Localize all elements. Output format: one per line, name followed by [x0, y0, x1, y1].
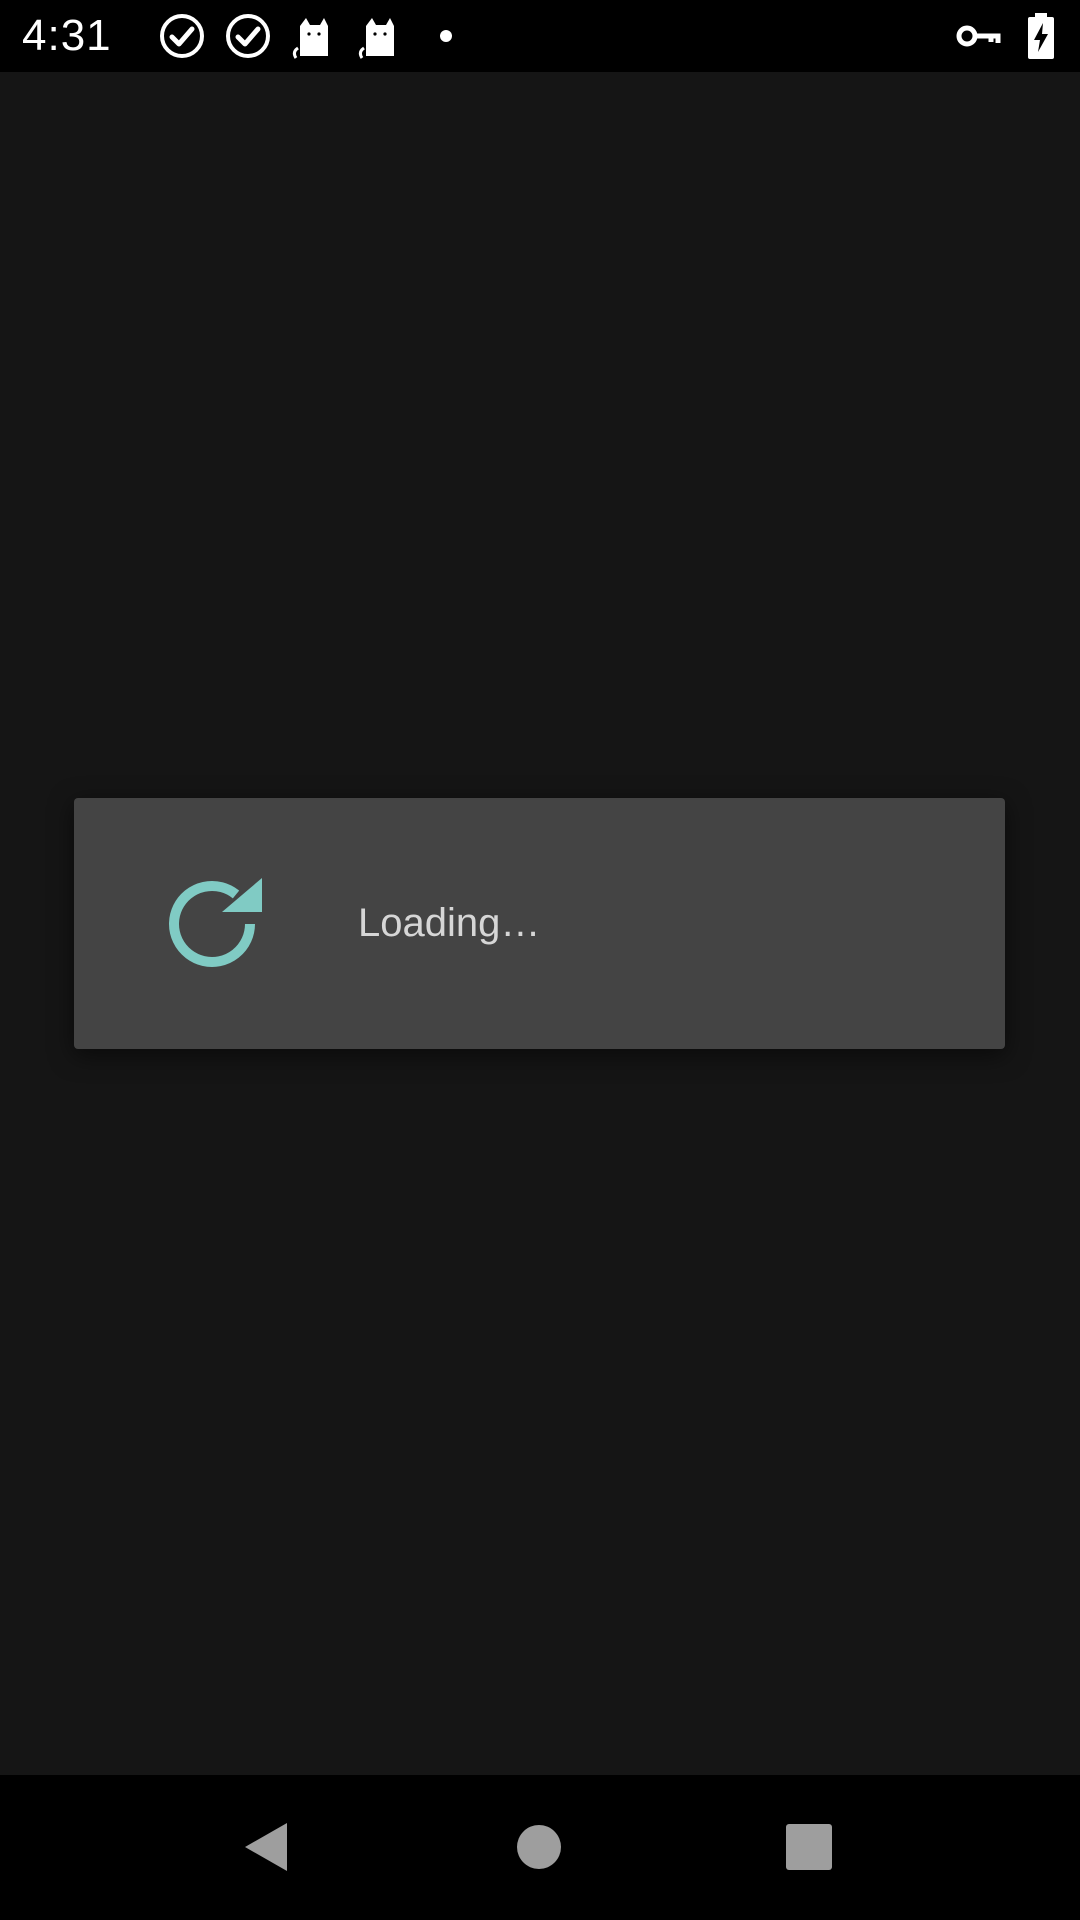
- status-bar-left: 4:31: [22, 11, 456, 61]
- home-icon: [517, 1825, 561, 1869]
- cat-icon: [290, 12, 338, 60]
- home-button[interactable]: [503, 1805, 575, 1889]
- recents-icon: [786, 1824, 832, 1870]
- status-bar-right: [954, 12, 1058, 60]
- check-circle-icon: [224, 12, 272, 60]
- check-circle-icon: [158, 12, 206, 60]
- refresh-icon: [166, 872, 270, 976]
- cat-icon: [356, 12, 404, 60]
- back-button[interactable]: [230, 1805, 302, 1889]
- dot-icon: [436, 26, 456, 46]
- loading-dialog: Loading…: [74, 798, 1005, 1049]
- recents-button[interactable]: [770, 1805, 848, 1889]
- status-time: 4:31: [22, 11, 112, 60]
- status-bar: 4:31: [0, 0, 1080, 72]
- back-icon: [245, 1823, 287, 1871]
- battery-charging-icon: [1026, 12, 1056, 60]
- loading-message: Loading…: [358, 901, 541, 945]
- navigation-bar: [0, 1775, 1080, 1920]
- vpn-key-icon: [954, 12, 1002, 60]
